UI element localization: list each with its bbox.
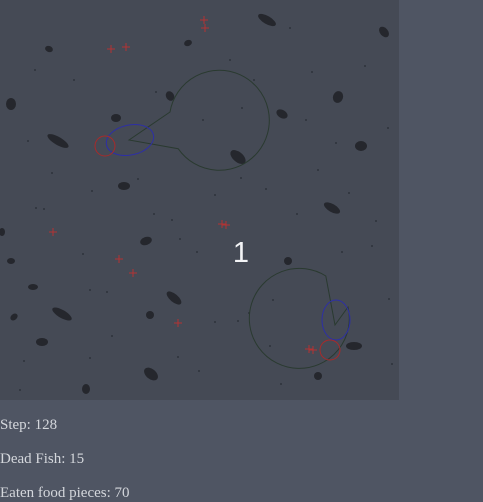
- particle-dot: [34, 69, 36, 71]
- particle-dot: [265, 188, 267, 190]
- particle-dot: [89, 357, 91, 359]
- particle-dot: [153, 213, 155, 215]
- particle-dot: [364, 65, 366, 67]
- rock-icon: [146, 311, 154, 319]
- particle-dot: [137, 178, 139, 180]
- particle-dot: [296, 213, 298, 215]
- particle-dot: [375, 220, 377, 222]
- rock-icon: [82, 384, 90, 394]
- rock-icon: [111, 114, 121, 122]
- rock-icon: [314, 372, 322, 380]
- particle-dot: [196, 251, 198, 253]
- particle-dot: [51, 172, 53, 174]
- particle-dot: [177, 356, 179, 358]
- particle-dot: [280, 383, 282, 385]
- particle-dot: [89, 289, 91, 291]
- particle-dot: [305, 119, 307, 121]
- particle-dot: [289, 27, 291, 29]
- particle-dot: [269, 345, 271, 347]
- particle-dot: [27, 140, 29, 142]
- particle-dot: [311, 71, 313, 73]
- particle-dot: [317, 169, 319, 171]
- overlay-number: 1: [233, 237, 249, 269]
- particle-dot: [23, 360, 25, 362]
- rock-icon: [284, 257, 292, 265]
- particle-dot: [91, 190, 93, 192]
- particle-dot: [82, 253, 84, 255]
- particle-dot: [253, 79, 255, 81]
- particle-dot: [229, 59, 231, 61]
- particle-dot: [237, 320, 239, 322]
- eaten-food-counter: Eaten food pieces: 70: [0, 485, 130, 501]
- particle-dot: [341, 251, 343, 253]
- rock-icon: [355, 141, 367, 151]
- particle-dot: [214, 194, 216, 196]
- particle-dot: [371, 245, 373, 247]
- simulation-tank: 1: [0, 0, 399, 400]
- rock-icon: [118, 182, 130, 190]
- particle-dot: [387, 127, 389, 129]
- particle-dot: [106, 291, 108, 293]
- particle-dot: [171, 219, 173, 221]
- rock-icon: [346, 342, 362, 350]
- particle-dot: [179, 238, 181, 240]
- particle-dot: [335, 142, 337, 144]
- rock-icon: [6, 98, 16, 110]
- rock-icon: [7, 258, 15, 264]
- particle-dot: [111, 335, 113, 337]
- dead-fish-counter: Dead Fish: 15: [0, 451, 85, 467]
- particle-dot: [198, 370, 200, 372]
- particle-dot: [73, 79, 75, 81]
- particle-dot: [214, 321, 216, 323]
- particle-dot: [240, 177, 242, 179]
- particle-dot: [155, 91, 157, 93]
- step-counter: Step: 128: [0, 417, 58, 433]
- particle-dot: [202, 119, 204, 121]
- particle-dot: [348, 192, 350, 194]
- particle-dot: [19, 389, 21, 391]
- particle-dot: [241, 107, 243, 109]
- rock-icon: [36, 338, 48, 346]
- particle-dot: [272, 299, 274, 301]
- particle-dot: [388, 298, 390, 300]
- particle-dot: [35, 207, 37, 209]
- rock-icon: [28, 284, 38, 290]
- particle-dot: [391, 363, 393, 365]
- particle-dot: [43, 208, 45, 210]
